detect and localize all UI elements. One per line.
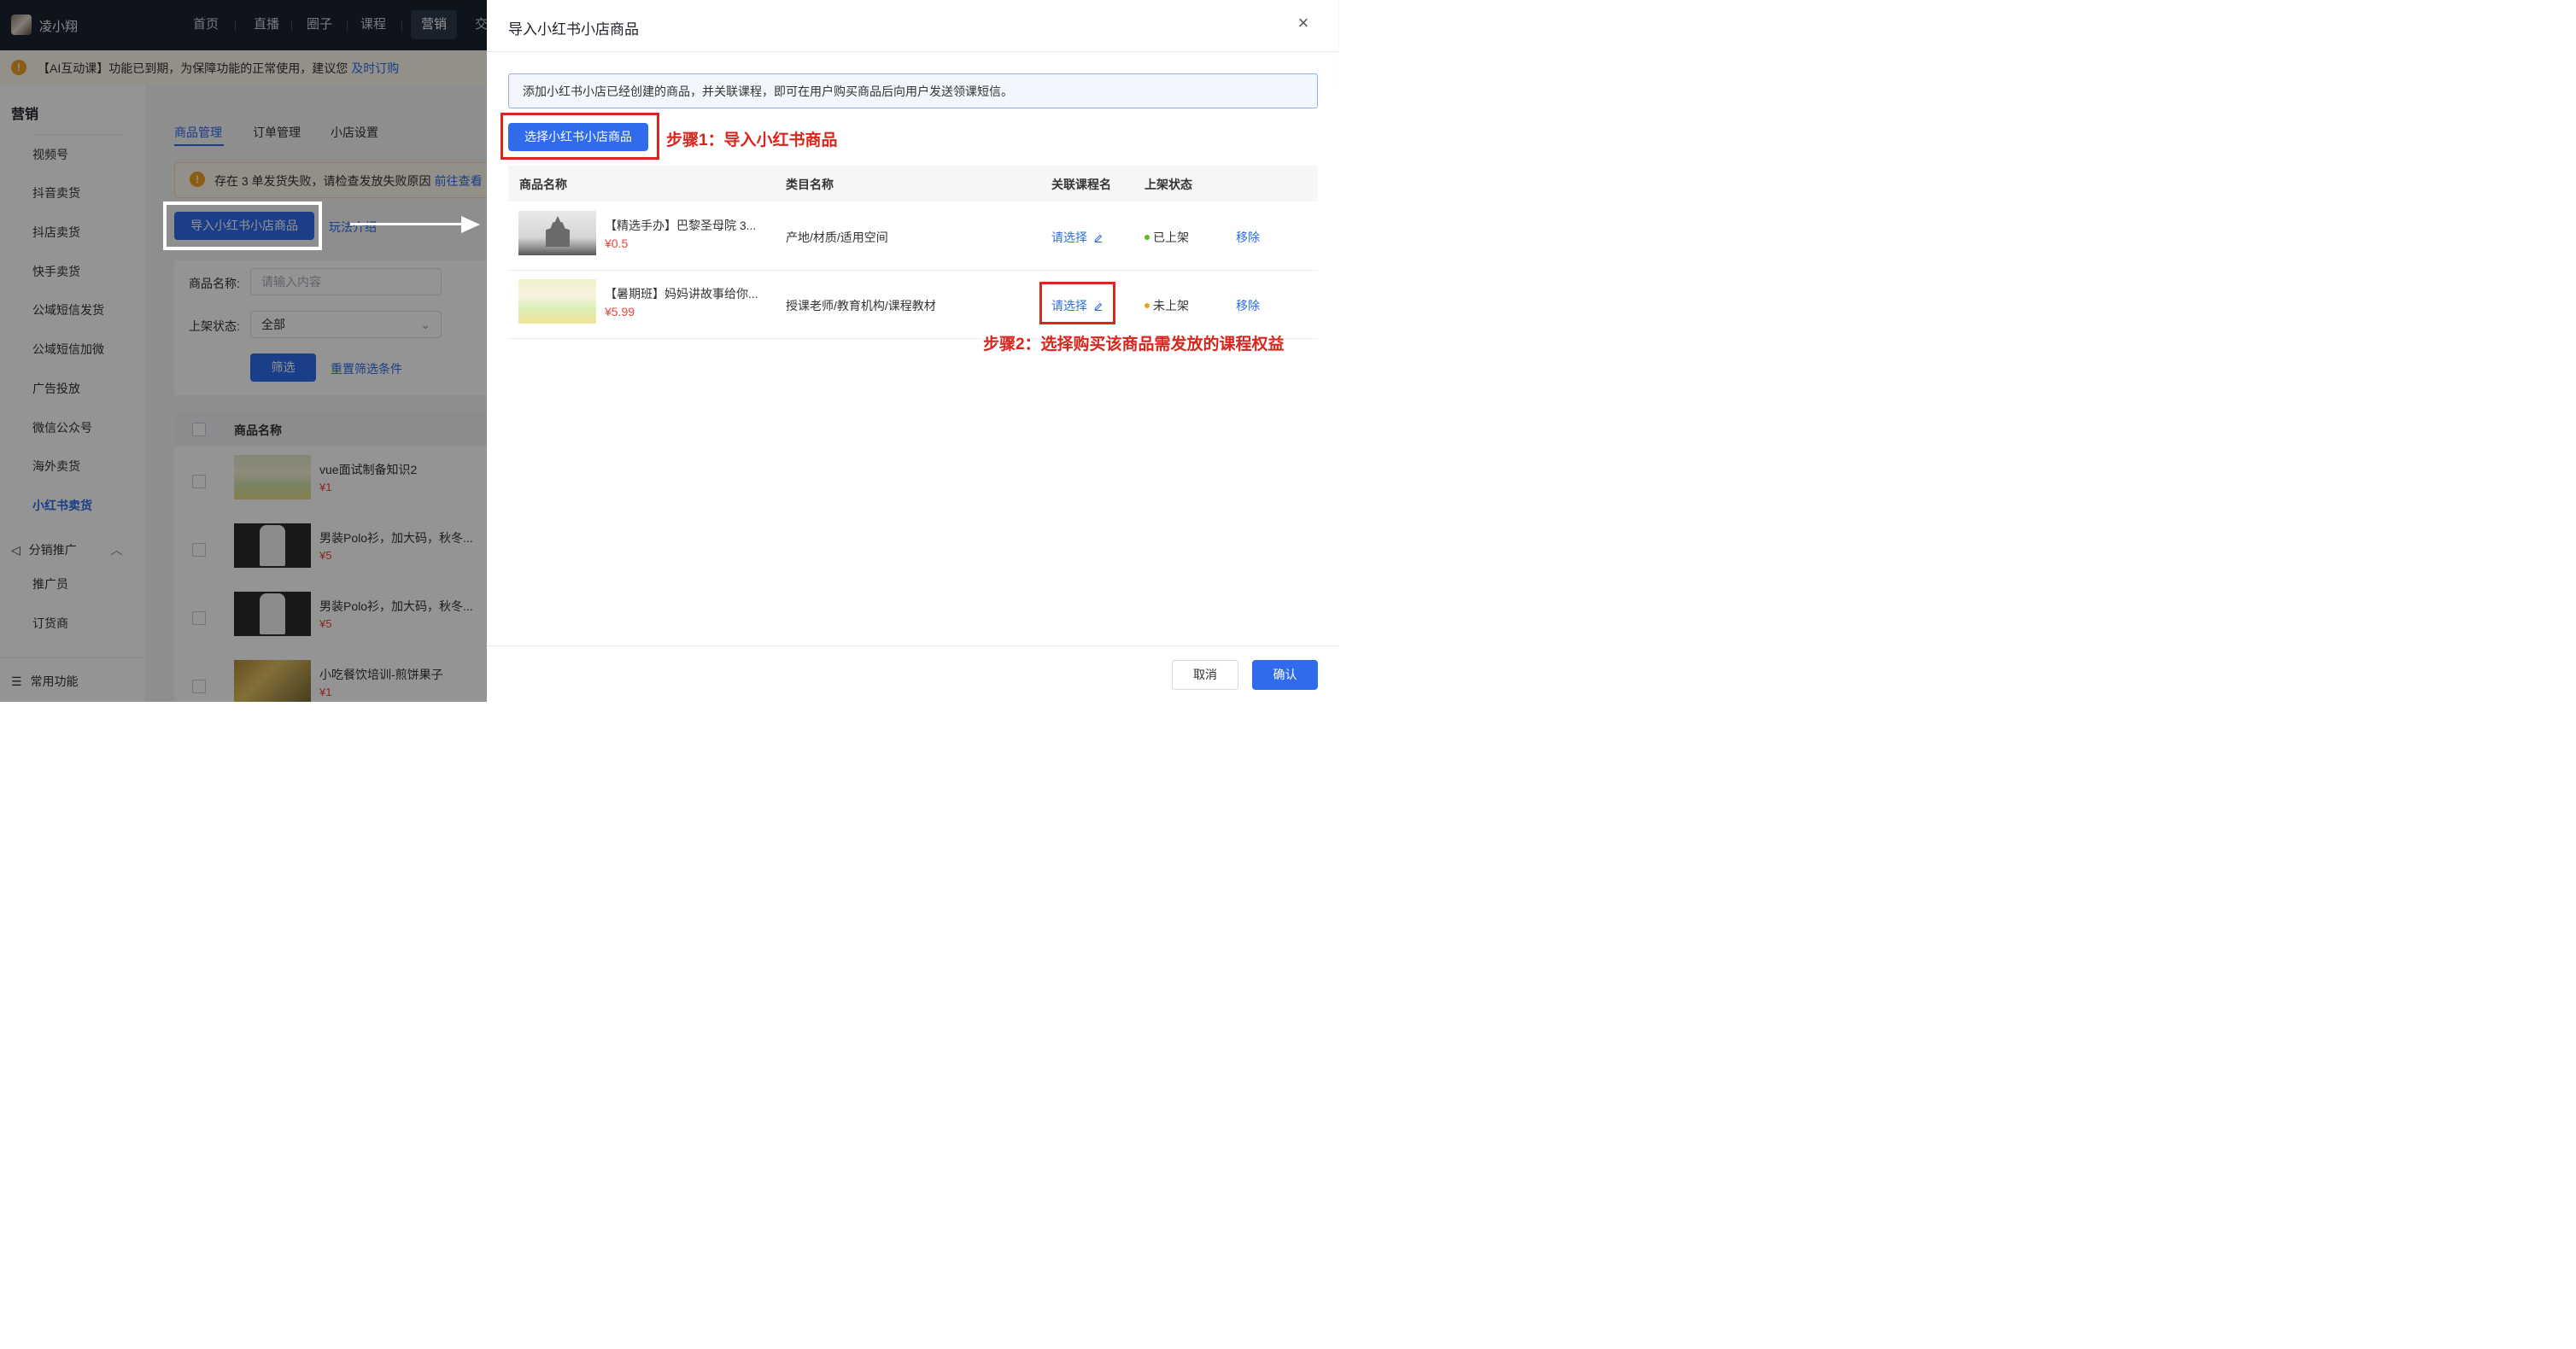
step2-annotation: 步骤2：选择购买该商品需发放的课程权益 bbox=[982, 335, 1285, 353]
column-category: 类目名称 bbox=[785, 177, 834, 191]
product-category: 授课老师/教育机构/课程教材 bbox=[785, 298, 936, 312]
product-name: 【暑期班】妈妈讲故事给你... bbox=[604, 286, 758, 301]
confirm-button[interactable]: 确认 bbox=[1251, 659, 1318, 690]
product-price: ¥0.5 bbox=[604, 236, 629, 250]
select-course-label: 请选择 bbox=[1051, 230, 1087, 244]
product-price: ¥5.99 bbox=[604, 304, 635, 318]
cancel-button[interactable]: 取消 bbox=[1171, 659, 1238, 690]
highlight-box bbox=[500, 112, 659, 160]
drawer-title: 导入小红书小店商品 bbox=[507, 20, 639, 38]
step1-annotation: 步骤1：导入小红书商品 bbox=[665, 131, 838, 149]
remove-link[interactable]: 移除 bbox=[1236, 297, 1260, 314]
modal-overlay[interactable] bbox=[0, 0, 487, 702]
divider bbox=[486, 645, 1339, 646]
status-dot bbox=[1144, 234, 1150, 240]
remove-link[interactable]: 移除 bbox=[1236, 229, 1260, 246]
close-icon[interactable]: × bbox=[1294, 13, 1313, 32]
select-course-link[interactable]: 请选择 bbox=[1051, 229, 1103, 246]
divider bbox=[507, 269, 1318, 271]
column-listing-status: 上架状态 bbox=[1144, 177, 1192, 191]
status-text: 未上架 bbox=[1152, 298, 1189, 312]
column-product-name: 商品名称 bbox=[518, 177, 567, 191]
column-linked-course: 关联课程名 bbox=[1051, 177, 1111, 191]
edit-icon bbox=[1094, 234, 1103, 242]
info-text: 添加小红书小店已经创建的商品，并关联课程，即可在用户购买商品后向用户发送领课短信… bbox=[522, 84, 1013, 98]
highlight-box bbox=[1039, 281, 1115, 324]
arrow-right-icon bbox=[460, 215, 480, 233]
product-name: 【精选手办】巴黎圣母院 3... bbox=[604, 218, 757, 232]
status-text: 已上架 bbox=[1152, 230, 1189, 244]
divider bbox=[486, 50, 1339, 52]
highlight-box bbox=[162, 201, 322, 250]
status-dot bbox=[1144, 302, 1150, 308]
product-thumbnail bbox=[518, 210, 596, 255]
product-thumbnail bbox=[518, 278, 596, 324]
arrow-line bbox=[349, 222, 463, 225]
product-category: 产地/材质/适用空间 bbox=[785, 230, 888, 244]
drawer-table-header bbox=[507, 165, 1318, 201]
